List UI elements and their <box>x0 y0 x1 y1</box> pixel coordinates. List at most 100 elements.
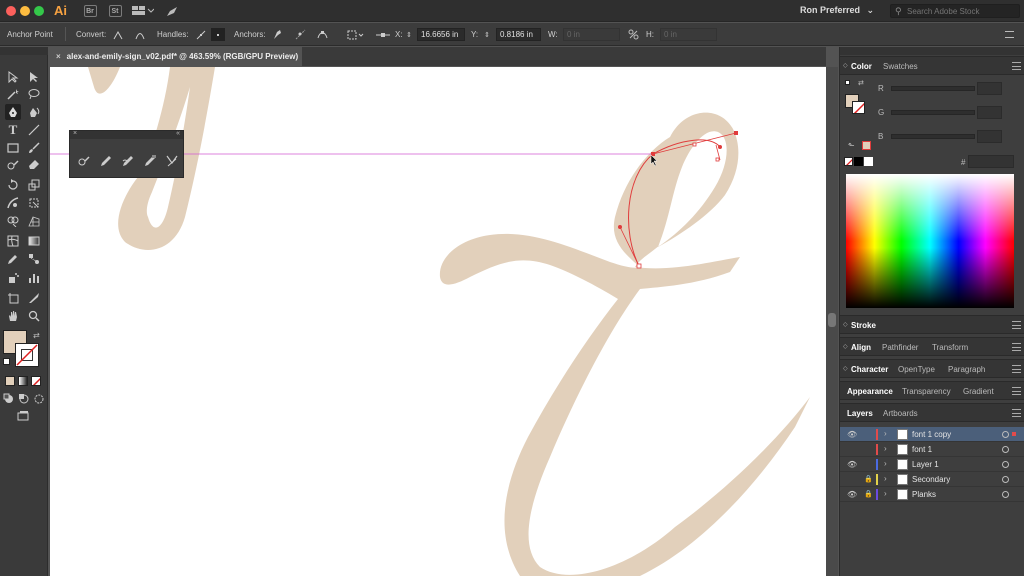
scrollbar-thumb[interactable] <box>828 313 836 327</box>
close-palette-icon[interactable]: × <box>73 130 77 137</box>
visibility-eye-icon[interactable]: 👁 <box>847 460 857 469</box>
handle-point[interactable] <box>618 225 622 229</box>
x-stepper[interactable]: ⇕ <box>405 28 413 41</box>
line-tool[interactable] <box>26 122 42 138</box>
convert-corner-button[interactable] <box>111 28 125 41</box>
maximize-window-button[interactable] <box>34 6 44 16</box>
type-tool[interactable]: T <box>5 122 21 138</box>
expand-layer-icon[interactable]: › <box>884 429 887 438</box>
visibility-eye-icon[interactable]: 👁 <box>847 430 857 439</box>
scale-tool[interactable] <box>26 177 42 193</box>
join-tool[interactable] <box>164 153 180 169</box>
handle-point[interactable] <box>718 145 722 149</box>
paintbrush-tool[interactable] <box>26 140 42 156</box>
white-swatch[interactable] <box>864 157 873 166</box>
blend-tool[interactable] <box>26 251 42 267</box>
direct-selection-tool[interactable] <box>26 69 42 85</box>
smooth-tool[interactable] <box>120 153 136 169</box>
tab-appearance[interactable]: Appearance <box>847 387 893 396</box>
g-value-field[interactable] <box>977 106 1002 119</box>
lock-icon[interactable]: 🔒 <box>864 490 873 498</box>
bridge-button[interactable]: Br <box>83 4 97 18</box>
expand-layer-icon[interactable]: › <box>884 444 887 453</box>
mesh-tool[interactable] <box>5 233 21 249</box>
anchor-point[interactable] <box>692 142 697 147</box>
visibility-eye-icon[interactable]: 👁 <box>847 490 857 499</box>
cut-path-button[interactable] <box>293 28 307 41</box>
tab-layers[interactable]: Layers <box>847 409 873 418</box>
expand-icon[interactable]: ◇ <box>843 365 848 372</box>
tab-pathfinder[interactable]: Pathfinder <box>882 343 918 352</box>
gpu-performance-button[interactable] <box>165 4 179 18</box>
anchor-point[interactable] <box>636 263 642 269</box>
panel-menu-icon[interactable] <box>1012 62 1021 70</box>
symbol-sprayer-tool[interactable] <box>5 270 21 286</box>
tab-transform[interactable]: Transform <box>932 343 968 352</box>
rectangle-tool[interactable] <box>5 140 21 156</box>
arrange-documents-button[interactable] <box>130 4 156 18</box>
lasso-tool[interactable] <box>26 86 42 102</box>
path-eraser-tool[interactable] <box>142 153 158 169</box>
glyph-e[interactable] <box>439 112 810 576</box>
free-transform-tool[interactable] <box>26 195 42 211</box>
pen-tool[interactable] <box>5 104 21 120</box>
tab-swatches[interactable]: Swatches <box>883 62 918 71</box>
minimize-window-button[interactable] <box>20 6 30 16</box>
tab-artboards[interactable]: Artboards <box>883 409 918 418</box>
gradient-tool[interactable] <box>26 233 42 249</box>
shaper-tool-alt[interactable] <box>76 153 92 169</box>
close-window-button[interactable] <box>6 6 16 16</box>
layer-name[interactable]: Layer 1 <box>912 460 939 469</box>
stroke-swatch[interactable] <box>15 343 39 367</box>
target-circle-icon[interactable] <box>1002 431 1009 438</box>
y-stepper[interactable]: ⇕ <box>483 28 491 41</box>
layer-row[interactable]: › font 1 <box>840 442 1024 457</box>
tab-gradient[interactable]: Gradient <box>963 387 994 396</box>
layer-name[interactable]: font 1 <box>912 445 932 454</box>
b-value-field[interactable] <box>977 130 1002 143</box>
screen-mode-button[interactable] <box>15 408 31 424</box>
tab-stroke[interactable]: Stroke <box>851 321 876 330</box>
hand-tool[interactable] <box>5 308 21 324</box>
anchor-point[interactable] <box>715 157 720 162</box>
constrain-proportions-button[interactable] <box>626 28 640 41</box>
r-value-field[interactable] <box>977 82 1002 95</box>
expand-icon[interactable]: ◇ <box>843 321 848 328</box>
color-mode-button[interactable] <box>5 376 15 386</box>
anchor-point[interactable] <box>734 131 738 135</box>
palette-header[interactable]: × « <box>70 130 183 139</box>
layer-row[interactable]: 👁 🔒 › Planks <box>840 487 1024 502</box>
layer-name[interactable]: Secondary <box>912 475 950 484</box>
select-similar-button[interactable] <box>345 28 365 41</box>
height-field[interactable]: 0 in <box>660 28 717 41</box>
tab-paragraph[interactable]: Paragraph <box>948 365 985 374</box>
b-slider[interactable] <box>891 134 975 139</box>
last-color-icon[interactable]: ⬑ <box>848 141 855 150</box>
eraser-tool[interactable] <box>26 157 42 173</box>
expand-layer-icon[interactable]: › <box>884 474 887 483</box>
draw-behind-button[interactable] <box>17 391 30 407</box>
color-spectrum[interactable] <box>846 174 1014 308</box>
tab-transparency[interactable]: Transparency <box>902 387 951 396</box>
selection-tool[interactable] <box>5 69 21 85</box>
default-colors-icon[interactable] <box>845 80 850 85</box>
panel-stroke-swatch[interactable] <box>852 101 865 114</box>
collapse-palette-icon[interactable]: « <box>176 130 180 137</box>
draw-inside-button[interactable] <box>32 391 45 407</box>
stock-search-box[interactable]: ⚲ <box>890 4 1020 18</box>
default-fill-stroke-icon[interactable] <box>3 358 10 365</box>
swap-fill-stroke-icon[interactable]: ⇄ <box>33 331 40 340</box>
artboard-tool[interactable] <box>5 290 21 306</box>
panel-menu-icon[interactable] <box>1012 387 1021 395</box>
shaper-tool[interactable] <box>5 157 21 173</box>
width-field[interactable]: 0 in <box>563 28 620 41</box>
target-circle-icon[interactable] <box>1002 461 1009 468</box>
warp-tool[interactable] <box>5 195 21 211</box>
panel-menu-icon[interactable] <box>1012 343 1021 351</box>
close-tab-icon[interactable]: × <box>56 52 61 61</box>
expand-layer-icon[interactable]: › <box>884 459 887 468</box>
control-bar-menu-icon[interactable] <box>1005 31 1014 38</box>
last-color-swatch[interactable] <box>862 141 871 150</box>
black-swatch[interactable] <box>854 157 863 166</box>
expand-icon[interactable]: ◇ <box>843 343 848 350</box>
